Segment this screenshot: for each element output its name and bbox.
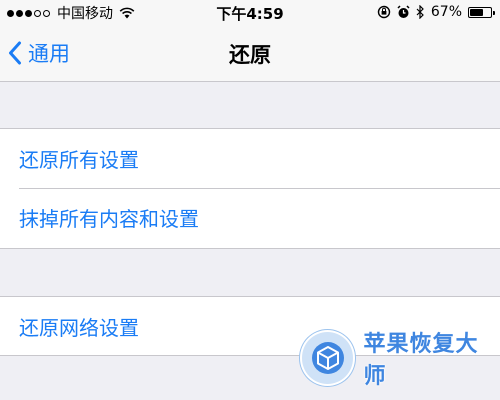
battery-percent: 67% <box>430 4 462 20</box>
erase-all-content-label: 抹掉所有内容和设置 <box>19 207 199 231</box>
reset-network-settings-label: 还原网络设置 <box>19 316 139 340</box>
battery-level-fill <box>470 8 483 16</box>
alarm-icon <box>397 5 410 18</box>
erase-all-content-cell[interactable]: 抹掉所有内容和设置 <box>0 188 500 247</box>
status-bar: 中国移动 下午4:59 67% <box>0 0 500 26</box>
navigation-bar: 通用 还原 <box>0 26 500 82</box>
reset-all-settings-label: 还原所有设置 <box>19 148 139 172</box>
battery-icon <box>468 6 495 18</box>
reset-all-settings-cell[interactable]: 还原所有设置 <box>0 129 500 188</box>
reset-options-group: 还原所有设置 抹掉所有内容和设置 <box>0 128 500 249</box>
cube-logo-icon <box>300 330 356 386</box>
watermark-text: 苹果恢复大师 <box>363 332 479 389</box>
page-title: 还原 <box>229 43 271 67</box>
watermark: 苹果恢复大师 <box>300 326 500 390</box>
bluetooth-icon <box>416 5 424 19</box>
rotation-lock-icon <box>377 5 391 19</box>
settings-screen: 中国移动 下午4:59 67% 通用 还原 还原所有设置 抹掉所有内容和设置 还… <box>0 0 500 400</box>
status-right: 67% <box>377 4 495 20</box>
